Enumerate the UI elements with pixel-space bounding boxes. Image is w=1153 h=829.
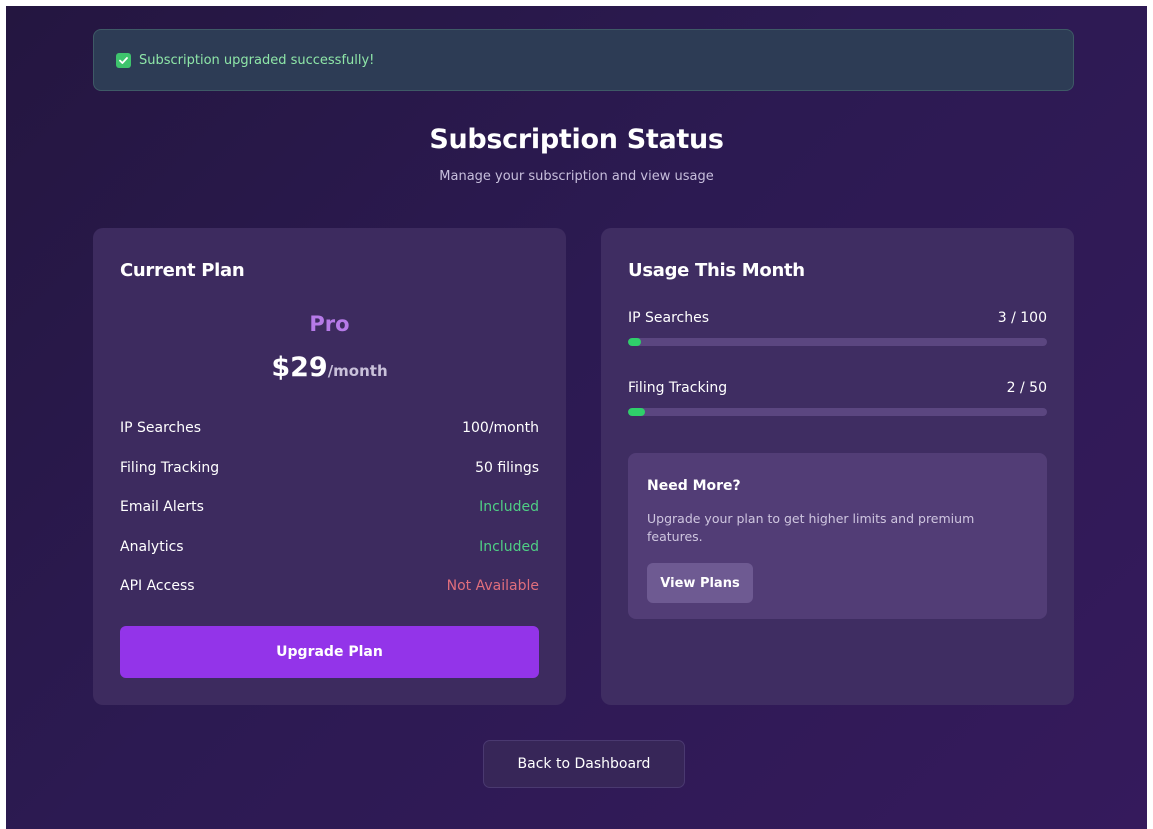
current-plan-card: Current Plan Pro $29/month IP Searches 1…: [93, 228, 566, 705]
feature-value: Included: [479, 499, 539, 515]
current-plan-title: Current Plan: [120, 260, 245, 281]
feature-value: Included: [479, 538, 539, 555]
page-title: Subscription Status: [429, 124, 724, 155]
feature-label: Filing Tracking: [120, 459, 220, 476]
feature-row-ip-searches: IP Searches 100/month: [120, 420, 539, 460]
alert-message: Subscription upgraded successfully!: [139, 52, 375, 68]
price-amount: $29: [271, 352, 328, 383]
feature-row-api-access: API Access Not Available: [120, 578, 539, 618]
feature-value: Not Available: [446, 578, 539, 594]
feature-label: API Access: [120, 578, 195, 594]
back-to-dashboard-button[interactable]: Back to Dashboard: [483, 740, 685, 788]
page-frame: Subscription upgraded successfully! Subs…: [6, 6, 1147, 829]
success-alert: Subscription upgraded successfully!: [93, 29, 1074, 91]
feature-row-analytics: Analytics Included: [120, 539, 539, 579]
feature-label: IP Searches: [120, 420, 202, 436]
price-period: /month: [327, 362, 388, 380]
view-plans-button[interactable]: View Plans: [647, 563, 753, 603]
feature-label: Email Alerts: [120, 499, 204, 515]
plan-name: Pro: [309, 312, 350, 336]
feature-list: IP Searches 100/month Filing Tracking 50…: [120, 420, 539, 618]
usage-progress-bar: [628, 408, 1047, 416]
feature-value: 50 filings: [475, 459, 539, 476]
check-icon: [116, 52, 131, 68]
page-subtitle: Manage your subscription and view usage: [439, 169, 714, 184]
need-more-text: Upgrade your plan to get higher limits a…: [647, 511, 975, 544]
usage-progress-fill: [628, 338, 641, 346]
feature-label: Analytics: [120, 538, 184, 555]
usage-title: Usage This Month: [628, 260, 805, 281]
usage-label: IP Searches: [628, 310, 710, 326]
feature-value: 100/month: [462, 420, 539, 436]
need-more-box: Need More? Upgrade your plan to get high…: [628, 453, 1047, 619]
plan-price: $29/month: [93, 352, 566, 383]
upgrade-plan-button[interactable]: Upgrade Plan: [120, 626, 539, 678]
page-header: Subscription Status Manage your subscrip…: [6, 124, 1147, 184]
usage-card: Usage This Month IP Searches 3 / 100 Fil…: [601, 228, 1074, 705]
need-more-title: Need More?: [647, 478, 741, 494]
usage-item-filing-tracking: Filing Tracking 2 / 50: [628, 380, 1047, 416]
feature-row-email-alerts: Email Alerts Included: [120, 499, 539, 539]
usage-item-ip-searches: IP Searches 3 / 100: [628, 310, 1047, 346]
usage-progress-fill: [628, 408, 645, 416]
usage-count: 2 / 50: [1006, 380, 1047, 396]
usage-count: 3 / 100: [997, 310, 1047, 326]
feature-row-filing-tracking: Filing Tracking 50 filings: [120, 460, 539, 500]
usage-progress-bar: [628, 338, 1047, 346]
usage-label: Filing Tracking: [628, 380, 728, 396]
